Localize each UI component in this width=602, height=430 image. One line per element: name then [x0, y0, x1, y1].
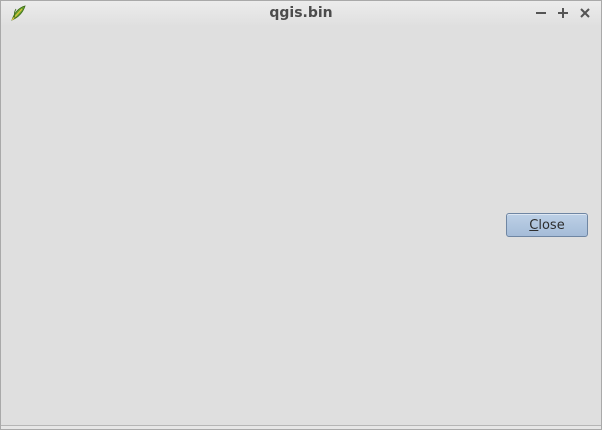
close-button[interactable]: Close — [506, 213, 588, 237]
maximize-icon — [557, 4, 569, 23]
minimize-icon — [535, 4, 547, 23]
close-window-button[interactable] — [575, 3, 595, 23]
close-button-mnemonic: C — [529, 217, 539, 233]
resize-grip[interactable] — [1, 425, 601, 429]
dialog-body: Close — [1, 25, 601, 429]
maximize-button[interactable] — [553, 3, 573, 23]
window-title: qgis.bin — [269, 5, 333, 21]
app-window: qgis.bin Close — [0, 0, 602, 430]
close-icon — [579, 4, 591, 23]
qgis-leaf-icon — [9, 4, 27, 22]
minimize-button[interactable] — [531, 3, 551, 23]
title-bar[interactable]: qgis.bin — [1, 1, 601, 25]
window-controls — [531, 3, 595, 23]
close-button-label: lose — [538, 217, 565, 233]
